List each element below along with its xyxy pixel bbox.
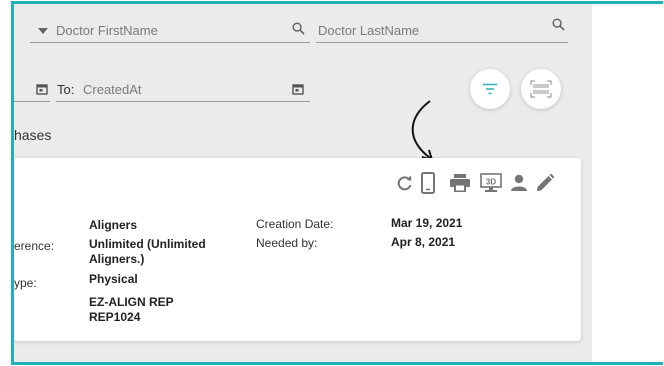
dropdown-arrow-icon: [38, 28, 48, 34]
phone-icon[interactable]: [421, 172, 435, 194]
case-card[interactable]: erence: ype: Aligners Unlimited (Unlimit…: [14, 158, 581, 341]
date-to-label: To:: [57, 82, 75, 97]
date-from-input[interactable]: [14, 80, 50, 102]
product-value: Aligners: [89, 218, 138, 232]
app-content: Doctor FirstName Doctor LastName To: Cre…: [14, 4, 592, 362]
svg-text:3D: 3D: [486, 178, 496, 187]
barcode-icon: [530, 80, 552, 98]
print-icon[interactable]: [450, 174, 470, 192]
date-to-input[interactable]: To: CreatedAt: [56, 80, 310, 102]
needed-by-label: Needed by:: [256, 236, 318, 250]
doctor-firstname-placeholder: Doctor FirstName: [56, 23, 158, 38]
doctor-firstname-select[interactable]: Doctor FirstName: [30, 21, 310, 43]
section-title: hases: [14, 127, 52, 143]
reference-label: erence:: [14, 239, 55, 253]
rep-code-value: REP1024: [89, 310, 141, 324]
filter-icon: [483, 83, 497, 95]
search-icon[interactable]: [292, 22, 305, 35]
needed-by-value: Apr 8, 2021: [391, 235, 456, 249]
3d-view-icon[interactable]: 3D: [480, 173, 502, 193]
creation-date-label: Creation Date:: [256, 217, 334, 231]
person-icon[interactable]: [510, 174, 528, 192]
calendar-icon[interactable]: [36, 83, 48, 95]
type-value: Physical: [89, 272, 138, 286]
doctor-lastname-placeholder: Doctor LastName: [318, 23, 420, 38]
doctor-lastname-input[interactable]: Doctor LastName: [316, 18, 568, 43]
reference-value: Unlimited (Unlimited Aligners.): [89, 237, 206, 266]
screenshot-frame: Doctor FirstName Doctor LastName To: Cre…: [11, 1, 663, 365]
creation-date-value: Mar 19, 2021: [391, 216, 463, 230]
rep-name-value: EZ-ALIGN REP: [89, 295, 174, 309]
calendar-icon[interactable]: [292, 83, 304, 95]
search-icon[interactable]: [552, 18, 565, 31]
barcode-scan-button[interactable]: [521, 69, 561, 109]
date-to-placeholder: CreatedAt: [83, 82, 142, 97]
refresh-icon[interactable]: [397, 175, 413, 191]
filter-button[interactable]: [470, 69, 510, 109]
edit-icon[interactable]: [536, 174, 554, 192]
type-label: ype:: [14, 276, 37, 290]
